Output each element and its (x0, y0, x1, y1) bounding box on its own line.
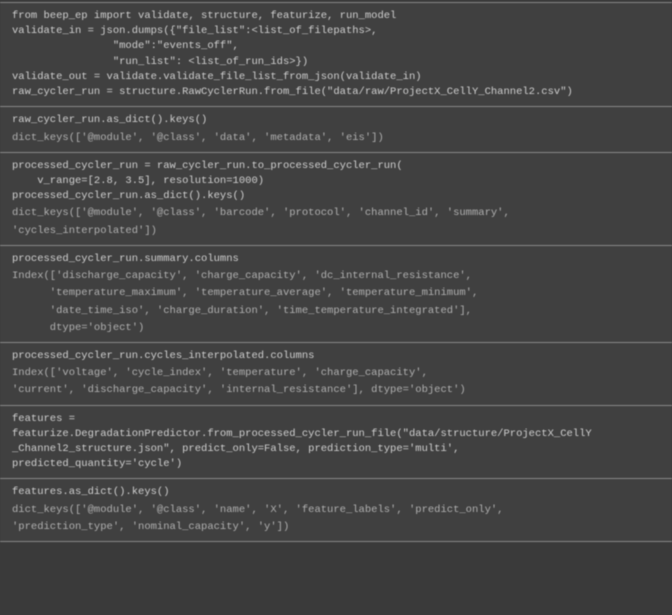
output-line: dict_keys(['@module', '@class', 'name', … (12, 501, 660, 518)
code-cell: processed_cycler_run.cycles_interpolated… (0, 343, 672, 406)
output-line: dtype='object') (12, 319, 660, 336)
code-line: raw_cycler_run.as_dict().keys() (12, 113, 660, 128)
code-line: features.as_dict().keys() (12, 485, 660, 500)
output-line: 'temperature_maximum', 'temperature_aver… (12, 284, 660, 301)
code-line: _Channel2_structure.json", predict_only=… (12, 442, 660, 457)
output-line: Index(['discharge_capacity', 'charge_cap… (12, 267, 660, 284)
code-line: predicted_quantity='cycle') (12, 457, 660, 472)
code-cell: features.as_dict().keys()dict_keys(['@mo… (0, 479, 672, 542)
code-line: "run_list": <list_of_run_ids>}) (12, 55, 660, 70)
code-line: validate_in = json.dumps({"file_list":<l… (12, 24, 660, 39)
code-line: from beep_ep import validate, structure,… (12, 9, 660, 24)
output-line: 'cycles_interpolated']) (12, 222, 660, 239)
output-line: Index(['voltage', 'cycle_index', 'temper… (12, 364, 660, 381)
code-cell: processed_cycler_run = raw_cycler_run.to… (0, 153, 672, 246)
code-cell: from beep_ep import validate, structure,… (0, 2, 672, 107)
code-cell: raw_cycler_run.as_dict().keys()dict_keys… (0, 107, 672, 152)
code-line: processed_cycler_run.as_dict().keys() (12, 189, 660, 204)
code-cell: features =featurize.DegradationPredictor… (0, 406, 672, 480)
output-line: 'current', 'discharge_capacity', 'intern… (12, 381, 660, 398)
code-line: processed_cycler_run.summary.columns (12, 252, 660, 267)
code-line: features = (12, 412, 660, 427)
code-cell: processed_cycler_run.summary.columnsInde… (0, 246, 672, 343)
code-line: "mode":"events_off", (12, 39, 660, 54)
output-line: 'prediction_type', 'nominal_capacity', '… (12, 518, 660, 535)
output-line: dict_keys(['@module', '@class', 'barcode… (12, 204, 660, 221)
code-line: v_range=[2.8, 3.5], resolution=1000) (12, 174, 660, 189)
output-line: dict_keys(['@module', '@class', 'data', … (12, 129, 660, 146)
code-line: processed_cycler_run.cycles_interpolated… (12, 349, 660, 364)
code-line: raw_cycler_run = structure.RawCyclerRun.… (12, 85, 660, 100)
code-line: featurize.DegradationPredictor.from_proc… (12, 427, 660, 442)
code-line: validate_out = validate.validate_file_li… (12, 70, 660, 85)
output-line: 'date_time_iso', 'charge_duration', 'tim… (12, 302, 660, 319)
code-line: processed_cycler_run = raw_cycler_run.to… (12, 159, 660, 174)
